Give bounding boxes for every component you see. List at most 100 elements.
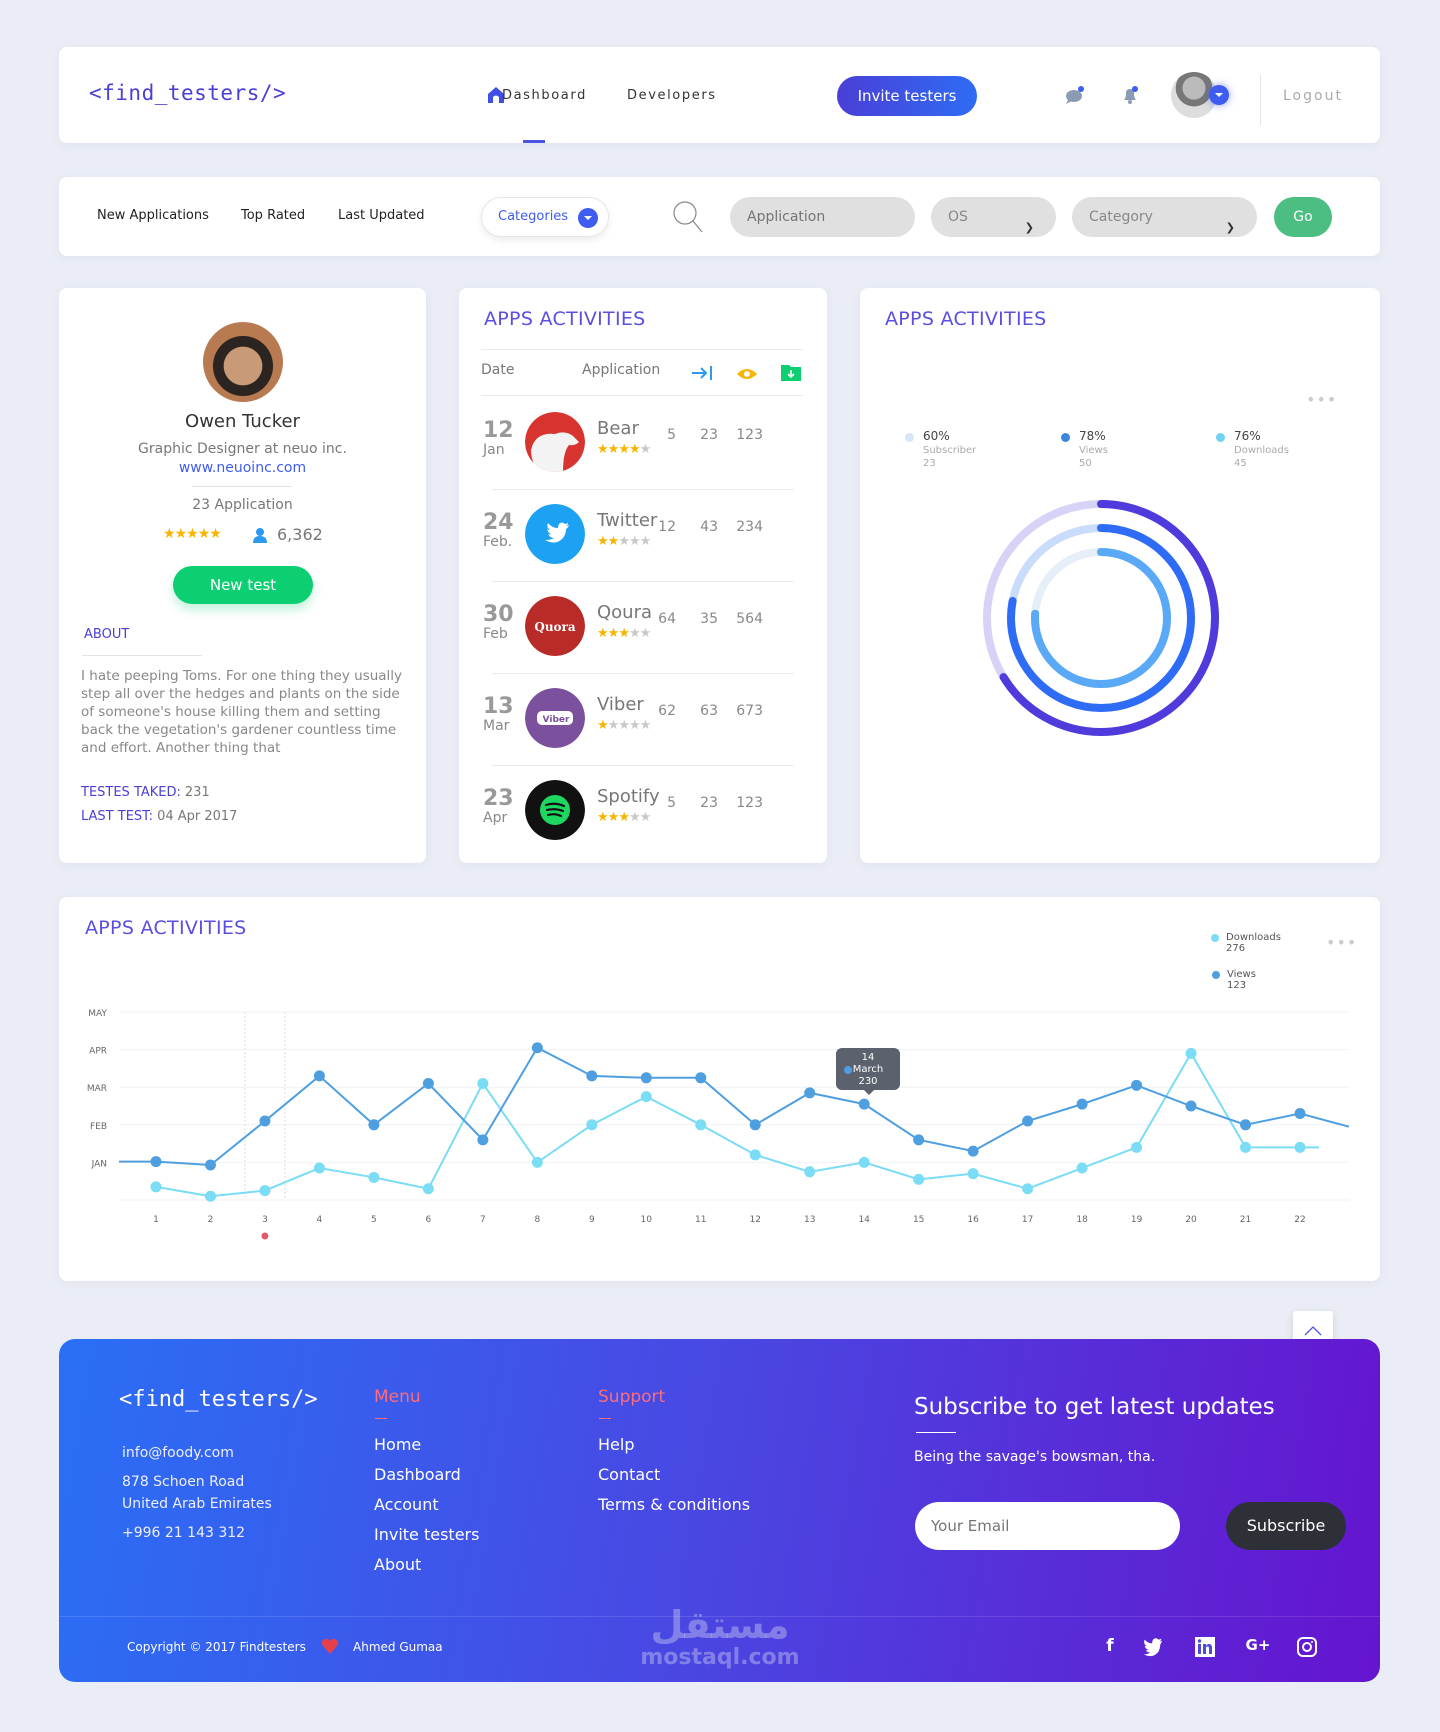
nav-dashboard[interactable]: Dashboard <box>502 88 587 103</box>
data-point-views[interactable] <box>477 1134 489 1146</box>
x-tick-label: 12 <box>750 1215 761 1225</box>
star-icon: ★ <box>174 526 188 542</box>
data-point-views[interactable] <box>204 1159 216 1171</box>
data-point-views[interactable] <box>640 1072 652 1084</box>
data-point-views[interactable] <box>259 1115 271 1127</box>
categories-dropdown[interactable]: Categories <box>481 197 609 237</box>
data-point-downloads[interactable] <box>586 1119 598 1131</box>
data-point-downloads[interactable] <box>1022 1183 1034 1195</box>
data-point-views[interactable] <box>804 1087 816 1099</box>
user-menu-dropdown[interactable] <box>1209 85 1229 105</box>
data-point-downloads[interactable] <box>1294 1141 1306 1153</box>
data-point-views[interactable] <box>1240 1119 1252 1131</box>
google-plus-icon[interactable]: G+ <box>1244 1636 1272 1658</box>
data-point-downloads[interactable] <box>749 1149 761 1161</box>
data-point-views[interactable] <box>422 1077 434 1089</box>
data-point-downloads[interactable] <box>1240 1141 1252 1153</box>
os-select[interactable]: OS ❯ <box>931 197 1056 237</box>
footer-menu-link[interactable]: Dashboard <box>374 1465 461 1484</box>
data-point-views[interactable] <box>967 1145 979 1157</box>
tab-top-rated[interactable]: Top Rated <box>241 208 305 223</box>
data-point-downloads[interactable] <box>1131 1141 1143 1153</box>
data-point-views[interactable] <box>749 1119 761 1131</box>
nav-developers[interactable]: Developers <box>627 88 717 103</box>
app-row[interactable]: 30 Feb Quora Qoura ★★★★★ 64 35 564 <box>459 582 827 674</box>
x-tick-label: 7 <box>480 1215 486 1225</box>
category-select[interactable]: Category ❯ <box>1072 197 1257 237</box>
data-point-views[interactable] <box>150 1156 162 1168</box>
chat-icon[interactable] <box>1064 84 1086 106</box>
data-point-downloads[interactable] <box>967 1168 979 1180</box>
data-point-views[interactable] <box>531 1042 543 1054</box>
footer-menu-link[interactable]: About <box>374 1555 421 1574</box>
data-point-downloads[interactable] <box>1076 1162 1088 1174</box>
data-point-downloads[interactable] <box>913 1173 925 1185</box>
app-row[interactable]: 12 Jan Bear ★★★★★ 5 23 123 <box>459 398 827 490</box>
subscribe-email-input[interactable] <box>915 1502 1180 1550</box>
data-point-downloads[interactable] <box>313 1162 325 1174</box>
data-point-views[interactable] <box>1131 1079 1143 1091</box>
data-point-views[interactable] <box>368 1119 380 1131</box>
data-point-downloads[interactable] <box>695 1119 707 1131</box>
data-point-views[interactable] <box>1076 1098 1088 1110</box>
footer-menu-link[interactable]: Invite testers <box>374 1525 479 1544</box>
footer-menu-link[interactable]: Account <box>374 1495 439 1514</box>
tooltip-value: 230 <box>858 1076 878 1087</box>
linkedin-icon[interactable] <box>1194 1636 1216 1658</box>
data-point-downloads[interactable] <box>640 1091 652 1103</box>
data-point-views[interactable] <box>313 1070 325 1082</box>
app-row[interactable]: 23 Apr Spotify ★★★★★ 5 23 123 <box>459 766 827 858</box>
tab-new-applications[interactable]: New Applications <box>97 208 209 223</box>
svg-text:Quora: Quora <box>534 620 576 634</box>
notification-bell-icon[interactable] <box>1119 84 1141 106</box>
footer-email[interactable]: info@foody.com <box>122 1445 234 1461</box>
app-rating-stars: ★★★★★ <box>597 810 651 825</box>
go-button[interactable]: Go <box>1274 197 1332 237</box>
selected-day-marker[interactable] <box>261 1232 269 1240</box>
data-point-views[interactable] <box>913 1134 925 1146</box>
footer-support-link[interactable]: Terms & conditions <box>598 1495 750 1514</box>
line-chart[interactable]: JANFEBMARAPRMAY1 2 3 4 5 6 7 8 9 10 11 12 13 14 15 16 17… <box>59 897 1380 1281</box>
application-search-input[interactable] <box>730 197 915 237</box>
facebook-icon[interactable]: f <box>1099 1636 1121 1658</box>
footer-support-link[interactable]: Contact <box>598 1465 660 1484</box>
data-point-downloads[interactable] <box>422 1183 434 1195</box>
data-point-downloads[interactable] <box>858 1156 870 1168</box>
about-heading: ABOUT <box>84 627 130 642</box>
x-tick-label: 3 <box>262 1215 268 1225</box>
app-date-month: Apr <box>483 810 508 826</box>
app-date-day: 30 <box>483 602 514 627</box>
data-point-downloads[interactable] <box>204 1190 216 1202</box>
data-point-views[interactable] <box>1185 1100 1197 1112</box>
data-point-downloads[interactable] <box>531 1156 543 1168</box>
x-tick-label: 20 <box>1185 1215 1197 1225</box>
app-row[interactable]: 24 Feb. Twitter ★★★★★ 12 43 234 <box>459 490 827 582</box>
radial-progress-chart <box>983 500 1219 736</box>
logout-link[interactable]: Logout <box>1283 88 1343 104</box>
profile-website-link[interactable]: www.neuoinc.com <box>59 460 426 476</box>
data-point-views[interactable] <box>1294 1108 1306 1120</box>
data-point-downloads[interactable] <box>150 1181 162 1193</box>
data-point-downloads[interactable] <box>259 1185 271 1197</box>
twitter-icon[interactable] <box>1142 1636 1164 1658</box>
new-test-button[interactable]: New test <box>173 566 313 604</box>
data-point-views[interactable] <box>858 1098 870 1110</box>
data-point-downloads[interactable] <box>368 1171 380 1183</box>
data-point-views[interactable] <box>695 1072 707 1084</box>
author-name[interactable]: Ahmed Gumaa <box>353 1640 443 1654</box>
footer-support-link[interactable]: Help <box>598 1435 634 1454</box>
app-row[interactable]: 13 Mar Viber Viber ★★★★★ 62 63 673 <box>459 674 827 766</box>
data-point-views[interactable] <box>1022 1115 1034 1127</box>
footer-menu-link[interactable]: Home <box>374 1435 421 1454</box>
tab-last-updated[interactable]: Last Updated <box>338 208 425 223</box>
data-point-downloads[interactable] <box>1185 1047 1197 1059</box>
search-icon[interactable] <box>671 199 705 235</box>
subscribe-button[interactable]: Subscribe <box>1226 1502 1346 1550</box>
data-point-downloads[interactable] <box>477 1077 489 1089</box>
invite-testers-button[interactable]: Invite testers <box>837 76 977 116</box>
brand-logo[interactable]: <find_testers/> <box>89 81 286 105</box>
footer-logo[interactable]: <find_testers/> <box>119 1387 318 1412</box>
data-point-downloads[interactable] <box>804 1166 816 1178</box>
data-point-views[interactable] <box>586 1070 598 1082</box>
instagram-icon[interactable] <box>1296 1636 1318 1658</box>
